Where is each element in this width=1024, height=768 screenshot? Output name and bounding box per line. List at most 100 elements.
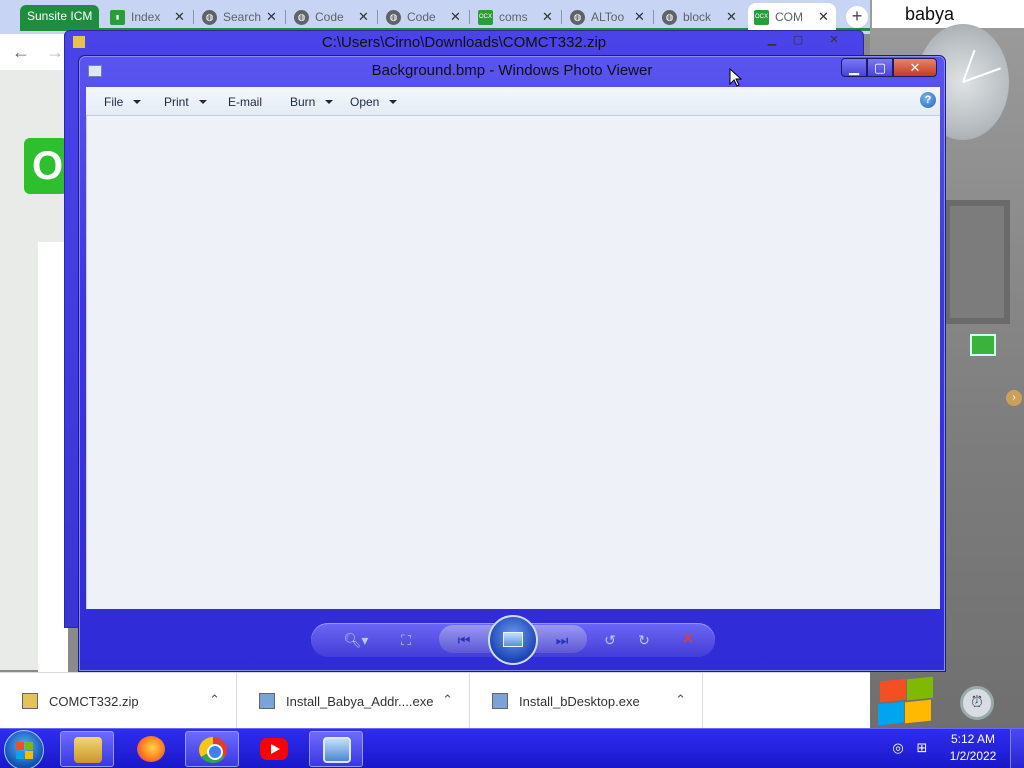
slideshow-button[interactable]: [488, 615, 538, 665]
menu-email[interactable]: E-mail: [228, 95, 262, 109]
zip-maximize-button[interactable]: ▢: [785, 32, 811, 48]
download-item[interactable]: Install_Babya_Addr....exe ⌃: [237, 673, 470, 729]
alarm-clock-icon[interactable]: ⏰︎: [960, 686, 994, 720]
browser-tab[interactable]: ◍ ALToo ✕: [564, 6, 652, 28]
zip-minimize-button[interactable]: ▁: [759, 32, 785, 48]
tab-separator: [653, 10, 654, 24]
tab-close-icon[interactable]: ✕: [174, 9, 186, 25]
youtube-icon: [260, 738, 288, 760]
globe-favicon-icon: ◍: [662, 9, 677, 25]
globe-favicon-icon: ◍: [294, 9, 309, 25]
browser-tab-label: ALToo: [591, 10, 625, 24]
back-icon[interactable]: ←: [12, 42, 30, 63]
taskbar-youtube[interactable]: [247, 731, 301, 767]
computer-monitor-icon[interactable]: [970, 334, 996, 356]
gadget-arrow-icon[interactable]: ›: [1006, 390, 1022, 406]
chrome-icon: [199, 737, 227, 763]
picture-frame-gadget: [944, 200, 1010, 324]
tab-group-chip[interactable]: Sunsite ICM: [20, 5, 924, 31]
menu-burn[interactable]: Burn: [290, 95, 334, 109]
browser-tab[interactable]: OCX coms ✕: [472, 6, 560, 28]
tab-close-icon[interactable]: ✕: [818, 9, 830, 25]
download-file-name: Install_bDesktop.exe: [519, 693, 640, 709]
forward-icon[interactable]: →: [46, 42, 64, 63]
chart-favicon-icon: ▮: [110, 9, 125, 25]
tab-close-icon[interactable]: ✕: [358, 9, 370, 25]
browser-tab[interactable]: ◍ Code ✕: [380, 6, 468, 28]
zip-window-title: C:\Users\Cirno\Downloads\COMCT332.zip: [321, 34, 607, 51]
tab-close-icon[interactable]: ✕: [450, 9, 462, 25]
zoom-icon[interactable]: 🔍︎▾: [339, 630, 373, 650]
viewer-window-title: Background.bmp - Windows Photo Viewer: [371, 62, 653, 79]
dropdown-caret-icon: [198, 100, 207, 104]
tab-close-icon[interactable]: ✕: [542, 9, 554, 25]
new-tab-button[interactable]: +: [846, 6, 868, 28]
action-center-icon[interactable]: ◎: [890, 740, 906, 756]
previous-icon[interactable]: ⏮: [453, 630, 475, 650]
tab-separator: [285, 10, 286, 24]
rotate-clockwise-icon[interactable]: ↻: [633, 630, 655, 650]
taskbar-file-explorer[interactable]: [60, 731, 114, 767]
next-icon[interactable]: ⏭: [551, 630, 573, 650]
taskbar-firefox[interactable]: [124, 731, 178, 767]
taskbar-chrome[interactable]: [185, 731, 239, 767]
globe-favicon-icon: ◍: [570, 9, 585, 25]
delete-icon[interactable]: ✕: [677, 630, 699, 650]
help-icon[interactable]: ?: [920, 92, 936, 108]
menu-file[interactable]: File: [104, 95, 142, 109]
chevron-up-icon[interactable]: ⌃: [442, 692, 453, 708]
tab-close-icon[interactable]: ✕: [726, 9, 738, 25]
browser-tabstrip: Sunsite ICM ▮ Index ✕ ◍ Search ✕ ◍ Code …: [0, 0, 924, 34]
zip-file-icon: [22, 693, 38, 709]
photo-viewer-icon: [323, 737, 351, 763]
viewer-maximize-button[interactable]: ▢: [867, 58, 893, 77]
menu-open[interactable]: Open: [350, 95, 398, 109]
menu-print-label: Print: [164, 95, 189, 109]
viewer-titlebar[interactable]: Background.bmp - Windows Photo Viewer ▁ …: [79, 56, 945, 86]
actual-size-icon[interactable]: ⛶: [395, 630, 417, 650]
globe-favicon-icon: ◍: [202, 9, 217, 25]
tab-close-icon[interactable]: ✕: [634, 9, 646, 25]
start-button[interactable]: [4, 730, 44, 768]
photo-viewer-window[interactable]: Background.bmp - Windows Photo Viewer ▁ …: [78, 55, 946, 672]
chevron-up-icon[interactable]: ⌃: [209, 692, 220, 708]
browser-tab[interactable]: ▮ Index ✕: [104, 6, 192, 28]
menu-email-label: E-mail: [228, 95, 263, 109]
file-explorer-icon: [74, 737, 102, 763]
browser-tab-label: COM: [775, 10, 803, 24]
page-logo: O: [24, 138, 68, 194]
tab-close-icon[interactable]: ✕: [266, 9, 278, 25]
zip-close-button[interactable]: ✕: [821, 32, 847, 48]
tab-separator: [469, 10, 470, 24]
image-canvas[interactable]: [86, 116, 940, 609]
dropdown-caret-icon: [325, 100, 334, 104]
download-item[interactable]: COMCT332.zip ⌃: [0, 673, 237, 729]
taskbar-photo-viewer[interactable]: [309, 731, 363, 767]
browser-tab[interactable]: ◍ Code ✕: [288, 6, 376, 28]
browser-tab[interactable]: ◍ block ✕: [656, 6, 744, 28]
browser-tab-active[interactable]: OCX COM ✕: [748, 3, 836, 31]
tab-separator: [561, 10, 562, 24]
firefox-icon: [137, 736, 165, 762]
show-desktop-button[interactable]: [1010, 729, 1024, 768]
download-item[interactable]: Install_bDesktop.exe ⌃: [470, 673, 703, 729]
chevron-up-icon[interactable]: ⌃: [675, 692, 686, 708]
download-file-name: Install_Babya_Addr....exe: [286, 693, 434, 709]
slideshow-icon: [503, 632, 523, 647]
viewer-close-button[interactable]: ✕: [893, 58, 937, 77]
menu-open-label: Open: [350, 95, 380, 109]
tray-clock[interactable]: 5:12 AM 1/2/2022: [946, 731, 1000, 765]
taskbar: [0, 728, 1024, 768]
viewer-minimize-button[interactable]: ▁: [841, 58, 867, 77]
ocx-favicon-icon: OCX: [754, 9, 769, 25]
network-icon[interactable]: ⊞: [914, 740, 930, 756]
menu-burn-label: Burn: [290, 95, 316, 109]
rotate-counterclockwise-icon[interactable]: ↺: [599, 630, 621, 650]
exe-file-icon: [259, 693, 275, 709]
browser-tab-label: Code: [407, 10, 436, 24]
browser-tab-label: Search: [223, 10, 262, 24]
dropdown-caret-icon: [133, 100, 142, 104]
menu-print[interactable]: Print: [164, 95, 207, 109]
browser-tab[interactable]: ◍ Search ✕: [196, 6, 284, 28]
download-file-name: COMCT332.zip: [49, 693, 139, 709]
